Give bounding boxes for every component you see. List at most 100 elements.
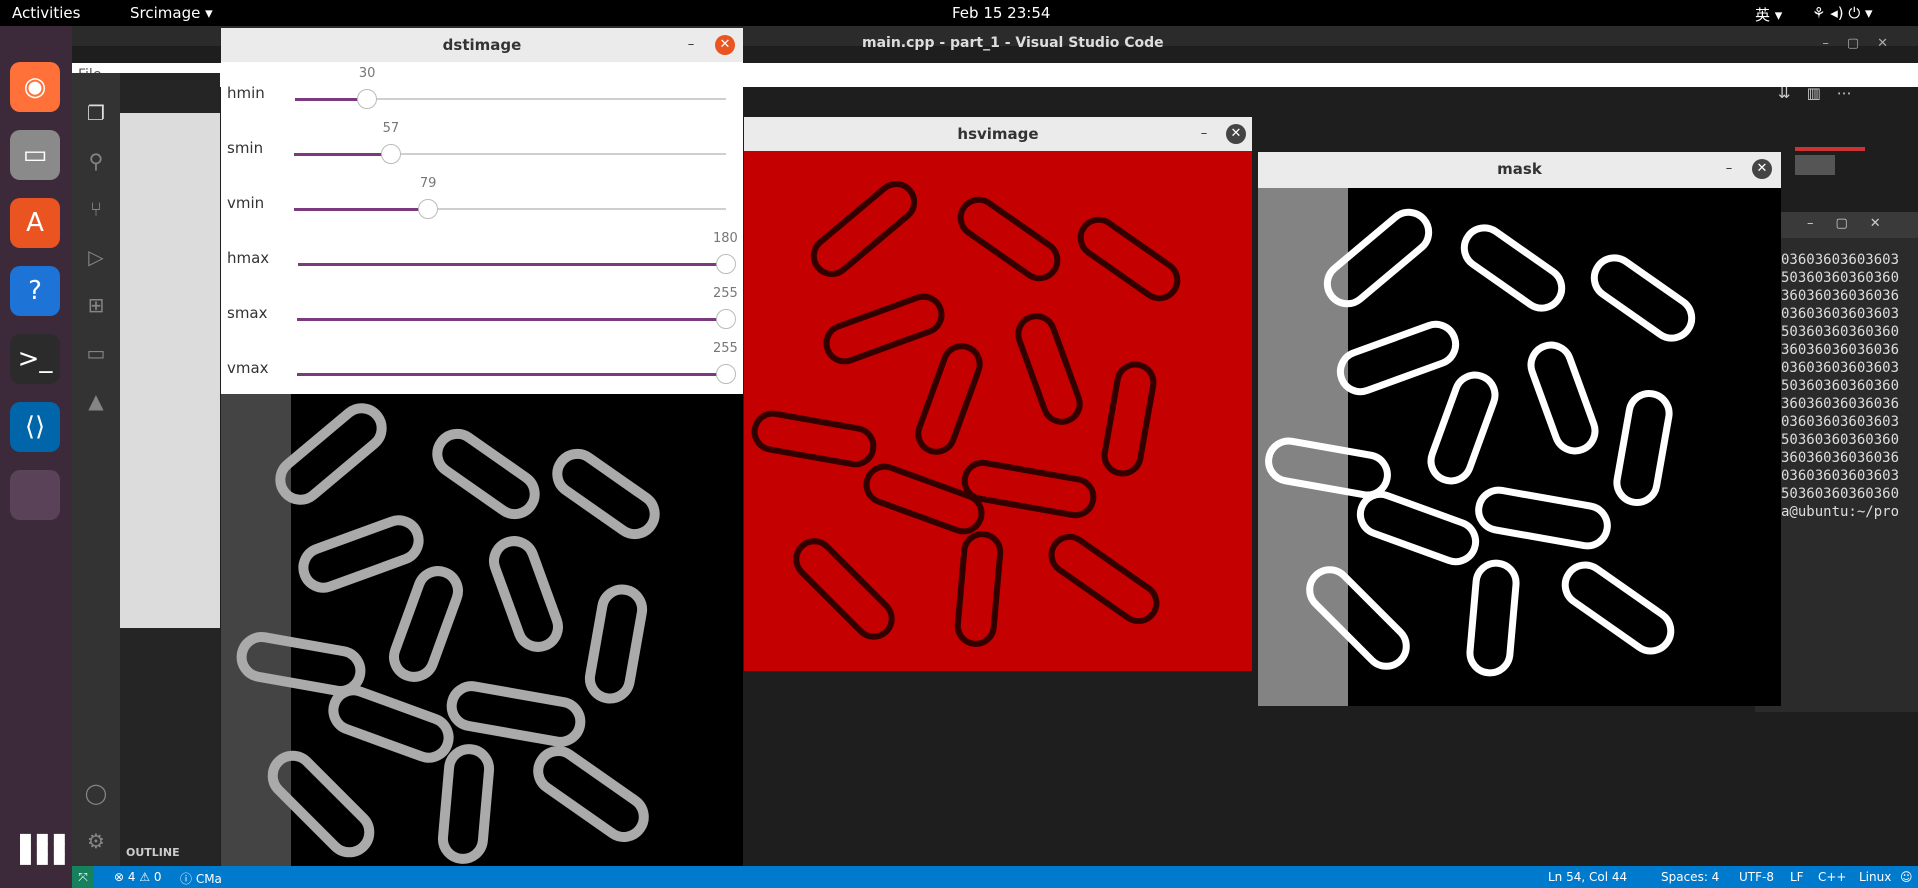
- files-icon[interactable]: ▭: [10, 130, 60, 180]
- vscode-icon[interactable]: ⟨⟩: [10, 402, 60, 452]
- terminal-line: 03603603603603: [1781, 468, 1900, 484]
- trackbar-handle[interactable]: [716, 364, 736, 384]
- trackbar-value: 30: [358, 66, 376, 81]
- window-controls[interactable]: –▢✕: [1822, 36, 1906, 51]
- indent-status[interactable]: Spaces: 4: [1661, 870, 1719, 884]
- minimize-button[interactable]: –: [681, 35, 701, 55]
- explorer-icon[interactable]: ❐: [84, 101, 108, 125]
- trackbar-value: 180: [713, 231, 738, 246]
- minimap: [1795, 145, 1918, 185]
- paperclips-hsv: [751, 181, 1181, 647]
- source-control-icon[interactable]: ⑂: [84, 197, 108, 221]
- input-method[interactable]: 英 ▾: [1755, 4, 1782, 25]
- run-debug-icon[interactable]: ▷: [84, 245, 108, 269]
- trackbar-label: smin: [227, 139, 264, 157]
- trackbar-hmax[interactable]: hmax 180: [221, 227, 741, 282]
- trackbar-value: 255: [713, 286, 738, 301]
- close-button[interactable]: ✕: [715, 35, 735, 55]
- trackbar-value: 79: [419, 176, 437, 191]
- help-icon[interactable]: ?: [10, 266, 60, 316]
- trackbar-fill: [298, 263, 726, 266]
- status-bar: ⤧ ⊗ 4 ⚠ 0 ⓘ CMa Ln 54, Col 44 Spaces: 4 …: [72, 866, 1918, 888]
- terminal-line: 50360360360360: [1781, 378, 1900, 394]
- trackbar-handle[interactable]: [380, 144, 401, 164]
- outline-section[interactable]: OUTLINE: [126, 846, 180, 859]
- terminal-line: 50360360360360: [1781, 324, 1900, 340]
- editor-actions[interactable]: ⇊▥⋯: [1778, 84, 1868, 102]
- hsvimage-window: hsvimage – ✕: [744, 117, 1252, 671]
- activities-button[interactable]: Activities: [12, 4, 80, 22]
- close-button[interactable]: ✕: [1226, 124, 1246, 144]
- terminal-line: 03603603603603: [1781, 360, 1900, 376]
- minimize-button[interactable]: –: [1719, 159, 1739, 179]
- trackbar-smin[interactable]: smin 57: [221, 117, 741, 172]
- cmake-icon[interactable]: ▲: [84, 389, 108, 413]
- remote-icon[interactable]: ▭: [84, 341, 108, 365]
- terminal-line: 03603603603603: [1781, 306, 1900, 322]
- running-app-icon[interactable]: [10, 470, 60, 520]
- cmake-status[interactable]: ⓘ CMa: [180, 870, 222, 887]
- trackbar-handle[interactable]: [356, 89, 377, 109]
- terminal-line: 50360360360360: [1781, 270, 1900, 286]
- extensions-icon[interactable]: ⊞: [84, 293, 108, 317]
- feedback-icon[interactable]: ☺: [1900, 870, 1913, 884]
- remote-indicator-icon[interactable]: ⤧: [72, 866, 94, 888]
- trackbar-label: hmin: [227, 84, 265, 102]
- search-icon[interactable]: ⚲: [84, 149, 108, 173]
- app-menu[interactable]: Srcimage ▾: [130, 4, 213, 22]
- encoding-status[interactable]: UTF-8: [1739, 870, 1774, 884]
- trackbar-panel: hmin 30 smin 57 vmin 79 hmax 180 smax 255 vmax 255: [221, 62, 743, 392]
- trackbar-fill: [297, 373, 726, 376]
- hsv-image: [744, 151, 1252, 671]
- cursor-position[interactable]: Ln 54, Col 44: [1548, 870, 1627, 884]
- terminal-icon[interactable]: >_: [10, 334, 60, 384]
- system-menu[interactable]: ⚘ ◂) ⏻ ▾: [1812, 4, 1873, 22]
- software-icon[interactable]: A: [10, 198, 60, 248]
- firefox-icon[interactable]: ◉: [10, 62, 60, 112]
- sidebar: OUTLINE: [120, 73, 220, 866]
- dstimage-title: dstimage: [221, 28, 743, 62]
- dock: ◉ ▭ A? >_ ⟨⟩ ▪▪▪ ▪▪▪ ▪▪▪: [0, 26, 72, 888]
- hsvimage-title: hsvimage: [744, 117, 1252, 151]
- terminal-controls[interactable]: –▢✕: [1807, 216, 1903, 231]
- trackbar-vmin[interactable]: vmin 79: [221, 172, 741, 227]
- trackbar-hmin[interactable]: hmin 30: [221, 62, 741, 117]
- top-bar: Activities Srcimage ▾ Feb 15 23:54 英 ▾ ⚘…: [0, 0, 1918, 26]
- trackbar-handle[interactable]: [716, 309, 736, 329]
- trackbar-value: 255: [713, 341, 738, 356]
- eol-status[interactable]: LF: [1790, 870, 1804, 884]
- trackbar-fill: [294, 153, 391, 156]
- mask-window: mask – ✕: [1258, 152, 1781, 706]
- terminal-line: 36036036036036: [1781, 396, 1900, 412]
- platform-status[interactable]: Linux: [1859, 870, 1891, 884]
- dst-image: [221, 394, 743, 888]
- minimize-button[interactable]: –: [1194, 124, 1214, 144]
- trackbar-label: hmax: [227, 249, 270, 267]
- settings-gear-icon[interactable]: ⚙: [84, 829, 108, 853]
- problems-status[interactable]: ⊗ 4 ⚠ 0: [114, 870, 162, 884]
- show-apps-icon[interactable]: ▪▪▪ ▪▪▪ ▪▪▪: [18, 828, 69, 870]
- trackbar-fill: [297, 318, 726, 321]
- mask-title: mask: [1258, 152, 1781, 186]
- trackbar-handle[interactable]: [716, 254, 736, 274]
- terminal-line: 03603603603603: [1781, 414, 1900, 430]
- activity-bar: ❐ ⚲ ⑂ ▷ ⊞ ▭ ▲ ◯ ⚙: [72, 73, 120, 866]
- trackbar-vmax[interactable]: vmax 255: [221, 337, 741, 392]
- language-status[interactable]: C++: [1818, 870, 1847, 884]
- terminal-line: 36036036036036: [1781, 342, 1900, 358]
- vscode-title: main.cpp - part_1 - Visual Studio Code: [862, 35, 1164, 51]
- trackbar-handle[interactable]: [417, 199, 438, 219]
- paperclips-mask: [1258, 188, 1696, 706]
- close-button[interactable]: ✕: [1752, 159, 1772, 179]
- trackbar-smax[interactable]: smax 255: [221, 282, 741, 337]
- trackbar-label: smax: [227, 304, 268, 322]
- terminal-line: 36036036036036: [1781, 450, 1900, 466]
- dstimage-window: dstimage – ✕ hmin 30 smin 57 vmin 79 hmax 180 sm…: [221, 28, 743, 888]
- srcimage-preview: [120, 113, 220, 628]
- clock[interactable]: Feb 15 23:54: [952, 4, 1050, 22]
- terminal-line: 50360360360360: [1781, 486, 1900, 502]
- account-icon[interactable]: ◯: [84, 781, 108, 805]
- trackbar-fill: [294, 208, 428, 211]
- terminal-line: a@ubuntu:~/pro: [1781, 504, 1900, 520]
- trackbar-label: vmin: [227, 194, 265, 212]
